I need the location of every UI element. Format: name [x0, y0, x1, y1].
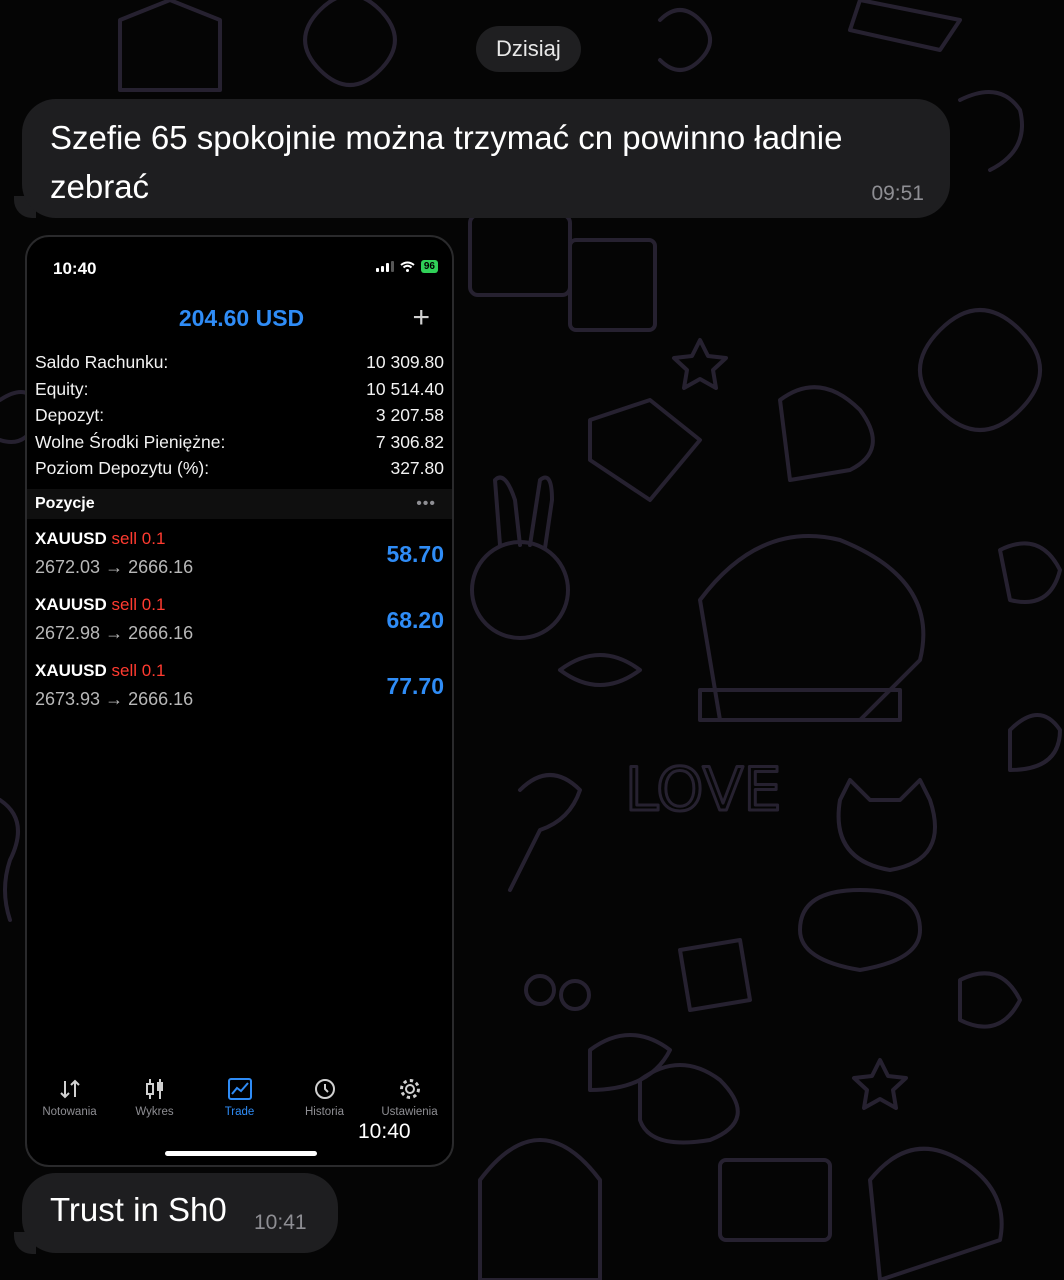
candles-icon	[145, 1079, 163, 1099]
position-side: sell 0.1	[111, 529, 166, 548]
tab-notowania[interactable]: Notowania	[30, 1077, 110, 1118]
date-separator: Dzisiaj	[476, 26, 581, 72]
plus-icon[interactable]: +	[412, 303, 430, 333]
account-summary: Saldo Rachunku: 10 309.80 Equity: 10 514.4…	[35, 352, 444, 485]
tab-bar: Notowania Wykres Trade Historia Ustawien…	[27, 1077, 452, 1118]
position-side: sell 0.1	[111, 661, 166, 680]
status-time: 10:40	[53, 259, 97, 278]
more-icon[interactable]: •••	[416, 495, 436, 513]
tab-wykres[interactable]: Wykres	[115, 1077, 195, 1118]
position-row[interactable]: XAUUSD sell 0.1 2672.03 → 2666.16 58.70	[35, 529, 444, 595]
position-row[interactable]: XAUUSD sell 0.1 2672.98 → 2666.16 68.20	[35, 595, 444, 661]
position-symbol: XAUUSD	[35, 661, 107, 680]
tab-historia[interactable]: Historia	[285, 1077, 365, 1118]
account-row: Poziom Depozytu (%): 327.80	[35, 458, 444, 478]
message-time: 09:51	[871, 182, 924, 205]
positions-header: Pozycje •••	[27, 489, 452, 519]
account-row: Equity: 10 514.40	[35, 378, 444, 399]
positions-title: Pozycje	[35, 495, 95, 512]
position-profit: 77.70	[386, 673, 444, 699]
account-row: Wolne Środki Pieniężne: 7 306.82	[35, 431, 444, 452]
position-profit: 68.20	[386, 607, 444, 633]
status-icons: 96	[375, 260, 438, 273]
account-row: Depozyt: 3 207.58	[35, 405, 444, 425]
position-prices: 2672.98 → 2666.16	[35, 623, 194, 643]
tab-ustawienia[interactable]: Ustawienia	[370, 1077, 450, 1118]
message-bubble[interactable]: Trust in Sh0 10:41	[22, 1173, 338, 1253]
svg-text:LOVE: LOVE	[625, 755, 781, 825]
account-row: Saldo Rachunku: 10 309.80	[35, 352, 444, 372]
tab-trade[interactable]: Trade	[200, 1077, 280, 1118]
trend-icon	[227, 1078, 252, 1100]
position-prices: 2672.03 → 2666.16	[35, 557, 194, 577]
position-symbol: XAUUSD	[35, 595, 107, 614]
home-indicator	[165, 1151, 317, 1156]
position-side: sell 0.1	[111, 595, 166, 614]
position-profit: 58.70	[386, 541, 444, 567]
position-prices: 2673.93 → 2666.16	[35, 689, 194, 709]
photo-time: 10:40	[358, 1120, 411, 1143]
message-text: Trust in Sh0	[50, 1191, 227, 1228]
photo-message[interactable]: 10:40 96 204.60 USD + Saldo Rachunku: 10 …	[25, 235, 454, 1167]
message-text: Szefie 65 spokojnie można trzymać cn pow…	[50, 119, 843, 205]
message-bubble[interactable]: Szefie 65 spokojnie można trzymać cn pow…	[22, 99, 950, 218]
position-row[interactable]: XAUUSD sell 0.1 2673.93 → 2666.16 77.70	[35, 661, 444, 727]
battery-icon: 96	[420, 260, 438, 273]
gear-icon	[399, 1079, 420, 1099]
message-time: 10:41	[254, 1211, 307, 1234]
arrows-icon	[59, 1079, 80, 1099]
balance-header: 204.60 USD	[178, 305, 305, 331]
wifi-icon	[400, 261, 415, 272]
signal-icon	[375, 261, 394, 272]
position-symbol: XAUUSD	[35, 529, 107, 548]
history-icon	[314, 1079, 335, 1099]
